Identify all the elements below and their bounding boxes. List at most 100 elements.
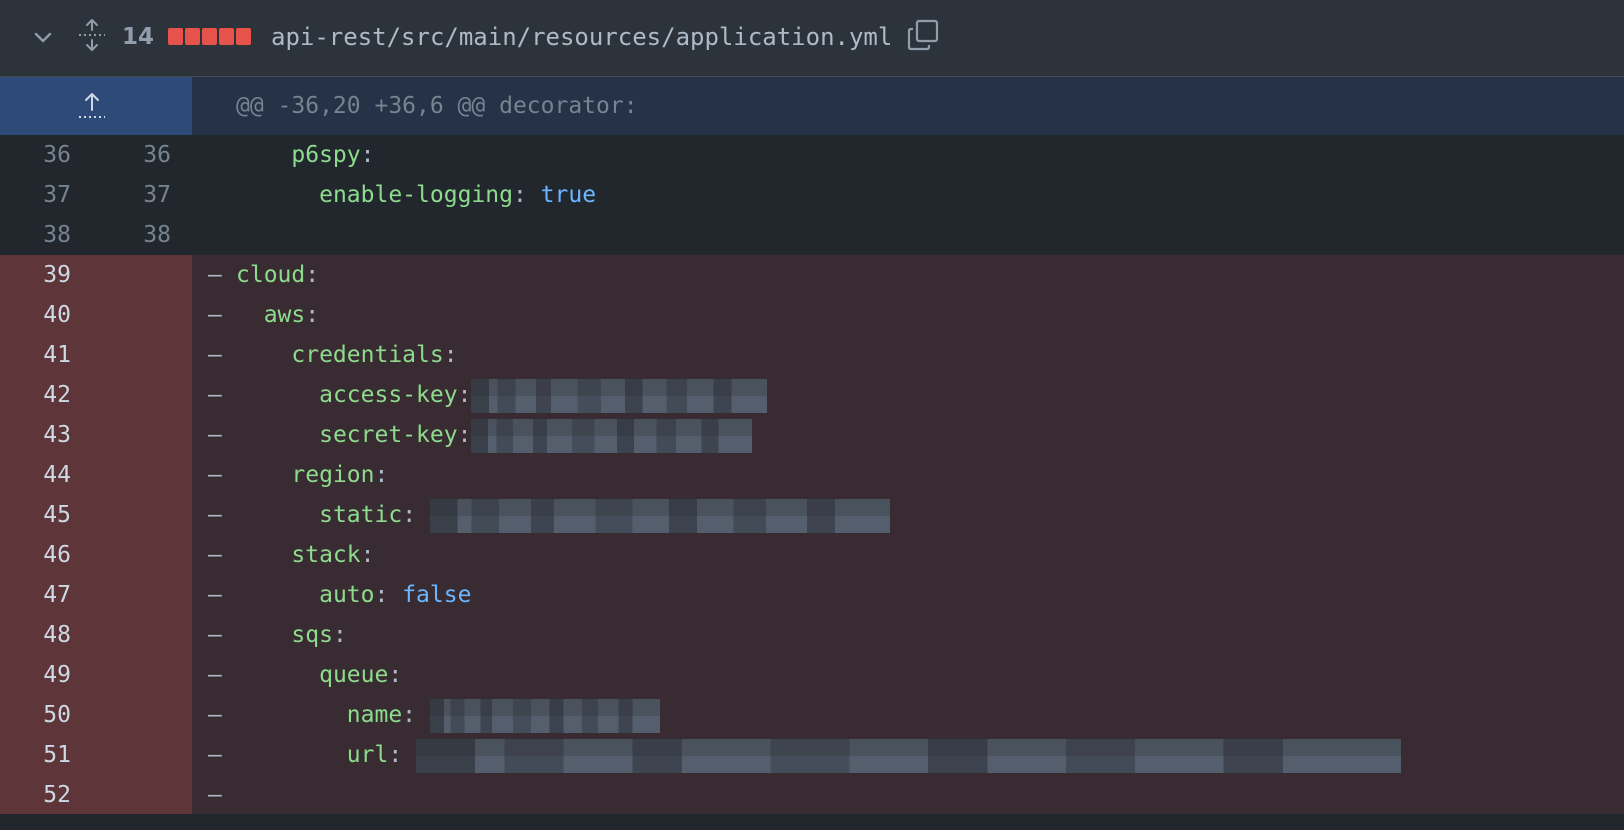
redacted-value (471, 418, 753, 453)
new-line-number[interactable] (111, 415, 171, 455)
new-line-number[interactable] (111, 495, 171, 535)
new-line-number[interactable] (111, 455, 171, 495)
yaml-key: url (346, 742, 389, 768)
deleted-line: 46 – stack: (0, 535, 1624, 575)
old-line-number[interactable]: 36 (11, 135, 71, 175)
code-text: credentials: (236, 335, 458, 375)
yaml-separator: : (332, 622, 347, 648)
expand-up-button[interactable] (0, 77, 192, 135)
yaml-separator: : (388, 662, 403, 688)
deleted-line: 52 – (0, 775, 1624, 815)
redacted-value (416, 738, 1402, 773)
code-text: auto: false (236, 575, 471, 615)
code-text: stack: (236, 535, 374, 575)
chevron-down-icon[interactable] (30, 24, 56, 50)
deleted-line: 40 – aws: (0, 295, 1624, 335)
old-line-number[interactable]: 37 (11, 175, 71, 215)
old-line-number[interactable]: 39 (11, 255, 71, 295)
new-line-number[interactable]: 36 (111, 135, 171, 175)
diffstat-block-deleted (236, 28, 251, 45)
old-line-number[interactable]: 51 (11, 735, 71, 775)
code-text: queue: (236, 655, 402, 695)
yaml-separator: : (374, 582, 403, 608)
context-line: 38 38 (0, 215, 1624, 255)
deleted-line: 47 – auto: false (0, 575, 1624, 615)
context-line: 37 37 enable-logging: true (0, 175, 1624, 215)
diff-marker: – (208, 582, 222, 608)
new-line-number[interactable] (111, 295, 171, 335)
yaml-separator: : (443, 342, 458, 368)
new-line-number[interactable] (111, 775, 171, 815)
deleted-line: 48 – sqs: (0, 615, 1624, 655)
new-line-number[interactable] (111, 375, 171, 415)
deleted-line: 50 – name: (0, 695, 1624, 735)
hunk-header-row: @@ -36,20 +36,6 @@ decorator: (0, 77, 1624, 135)
old-line-number[interactable]: 44 (11, 455, 71, 495)
new-line-number[interactable] (111, 575, 171, 615)
code-text: region: (236, 455, 388, 495)
yaml-separator: : (402, 502, 430, 528)
old-line-number[interactable]: 50 (11, 695, 71, 735)
diff-marker: – (208, 782, 222, 808)
new-line-number[interactable]: 37 (111, 175, 171, 215)
old-line-number[interactable]: 49 (11, 655, 71, 695)
new-line-number[interactable] (111, 615, 171, 655)
yaml-key: enable-logging (319, 182, 513, 208)
old-line-number[interactable]: 46 (11, 535, 71, 575)
yaml-separator: : (457, 422, 472, 448)
code-text: static: (236, 495, 890, 535)
yaml-key: stack (291, 542, 361, 568)
old-line-number[interactable]: 52 (11, 775, 71, 815)
yaml-key: p6spy (291, 142, 361, 168)
file-path-link[interactable]: api-rest/src/main/resources/application.… (271, 18, 892, 56)
new-line-number[interactable] (111, 255, 171, 295)
redacted-value (429, 698, 660, 733)
old-line-number[interactable]: 48 (11, 615, 71, 655)
code-text: access-key: (236, 375, 768, 415)
new-line-number[interactable] (111, 535, 171, 575)
yaml-key: queue (319, 662, 389, 688)
new-line-number[interactable]: 38 (111, 215, 171, 255)
yaml-separator: : (305, 302, 320, 328)
diff-marker: – (208, 502, 222, 528)
old-line-number[interactable]: 45 (11, 495, 71, 535)
new-line-number[interactable] (111, 735, 171, 775)
diff-marker: – (208, 662, 222, 688)
partial-next-line (0, 814, 1624, 830)
new-line-number[interactable] (111, 335, 171, 375)
old-line-number[interactable]: 43 (11, 415, 71, 455)
copy-icon[interactable] (906, 18, 940, 52)
code-text: name: (236, 695, 660, 735)
yaml-key: static (319, 502, 403, 528)
yaml-key: access-key (319, 382, 458, 408)
deleted-line: 49 – queue: (0, 655, 1624, 695)
old-line-number[interactable]: 42 (11, 375, 71, 415)
code-text: aws: (236, 295, 319, 335)
new-line-number[interactable] (111, 655, 171, 695)
yaml-separator: : (305, 262, 320, 288)
redacted-value (471, 378, 768, 413)
code-text: cloud: (236, 255, 319, 295)
change-count: 14 (122, 24, 155, 50)
expand-all-icon[interactable] (76, 18, 108, 52)
yaml-key: secret-key (319, 422, 458, 448)
new-line-number[interactable] (111, 695, 171, 735)
yaml-key: auto (319, 582, 375, 608)
yaml-key: aws (263, 302, 306, 328)
diff-marker: – (208, 342, 222, 368)
old-line-number[interactable]: 40 (11, 295, 71, 335)
old-line-number[interactable]: 41 (11, 335, 71, 375)
old-line-number[interactable]: 47 (11, 575, 71, 615)
deleted-line: 41 – credentials: (0, 335, 1624, 375)
code-text: sqs: (236, 615, 347, 655)
old-line-number[interactable]: 38 (11, 215, 71, 255)
